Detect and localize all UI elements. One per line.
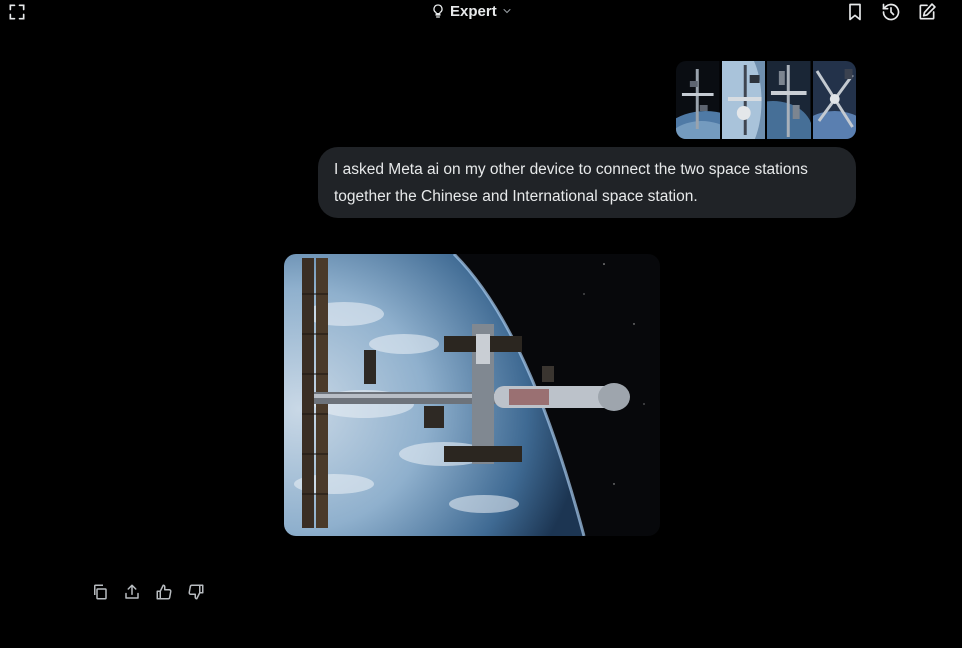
thumbs-up-button[interactable]	[153, 581, 175, 603]
history-button[interactable]	[879, 0, 903, 24]
attachment-thumbnail[interactable]	[676, 61, 720, 139]
mode-label: Expert	[450, 2, 497, 20]
share-button[interactable]	[121, 581, 143, 603]
history-icon	[882, 3, 900, 21]
copy-icon	[94, 584, 107, 600]
generated-image[interactable]	[284, 254, 660, 536]
attachment-thumbnail[interactable]	[767, 61, 811, 139]
fullscreen-button[interactable]	[5, 0, 29, 24]
bookmark-icon	[849, 3, 861, 21]
user-message: I asked Meta ai on my other device to co…	[318, 147, 856, 218]
new-chat-button[interactable]	[915, 0, 939, 24]
thumbs-down-button[interactable]	[185, 581, 207, 603]
mode-selector[interactable]: Expert	[430, 0, 513, 22]
response-actions	[89, 581, 207, 603]
lightbulb-icon	[430, 3, 446, 19]
bookmark-button[interactable]	[843, 0, 867, 24]
attachment-thumbnail[interactable]	[812, 61, 856, 139]
copy-button[interactable]	[89, 581, 111, 603]
attachment-thumbnail[interactable]	[721, 61, 765, 139]
thumbs-up-icon	[156, 584, 172, 600]
user-attachments[interactable]	[676, 61, 856, 139]
chat-page: Expert I asked Meta ai on my other devic…	[0, 0, 962, 648]
thumbs-down-icon	[188, 584, 204, 600]
chevron-down-icon	[501, 5, 513, 17]
fullscreen-icon	[9, 4, 25, 20]
share-icon	[125, 584, 139, 599]
new-chat-icon	[919, 3, 936, 20]
